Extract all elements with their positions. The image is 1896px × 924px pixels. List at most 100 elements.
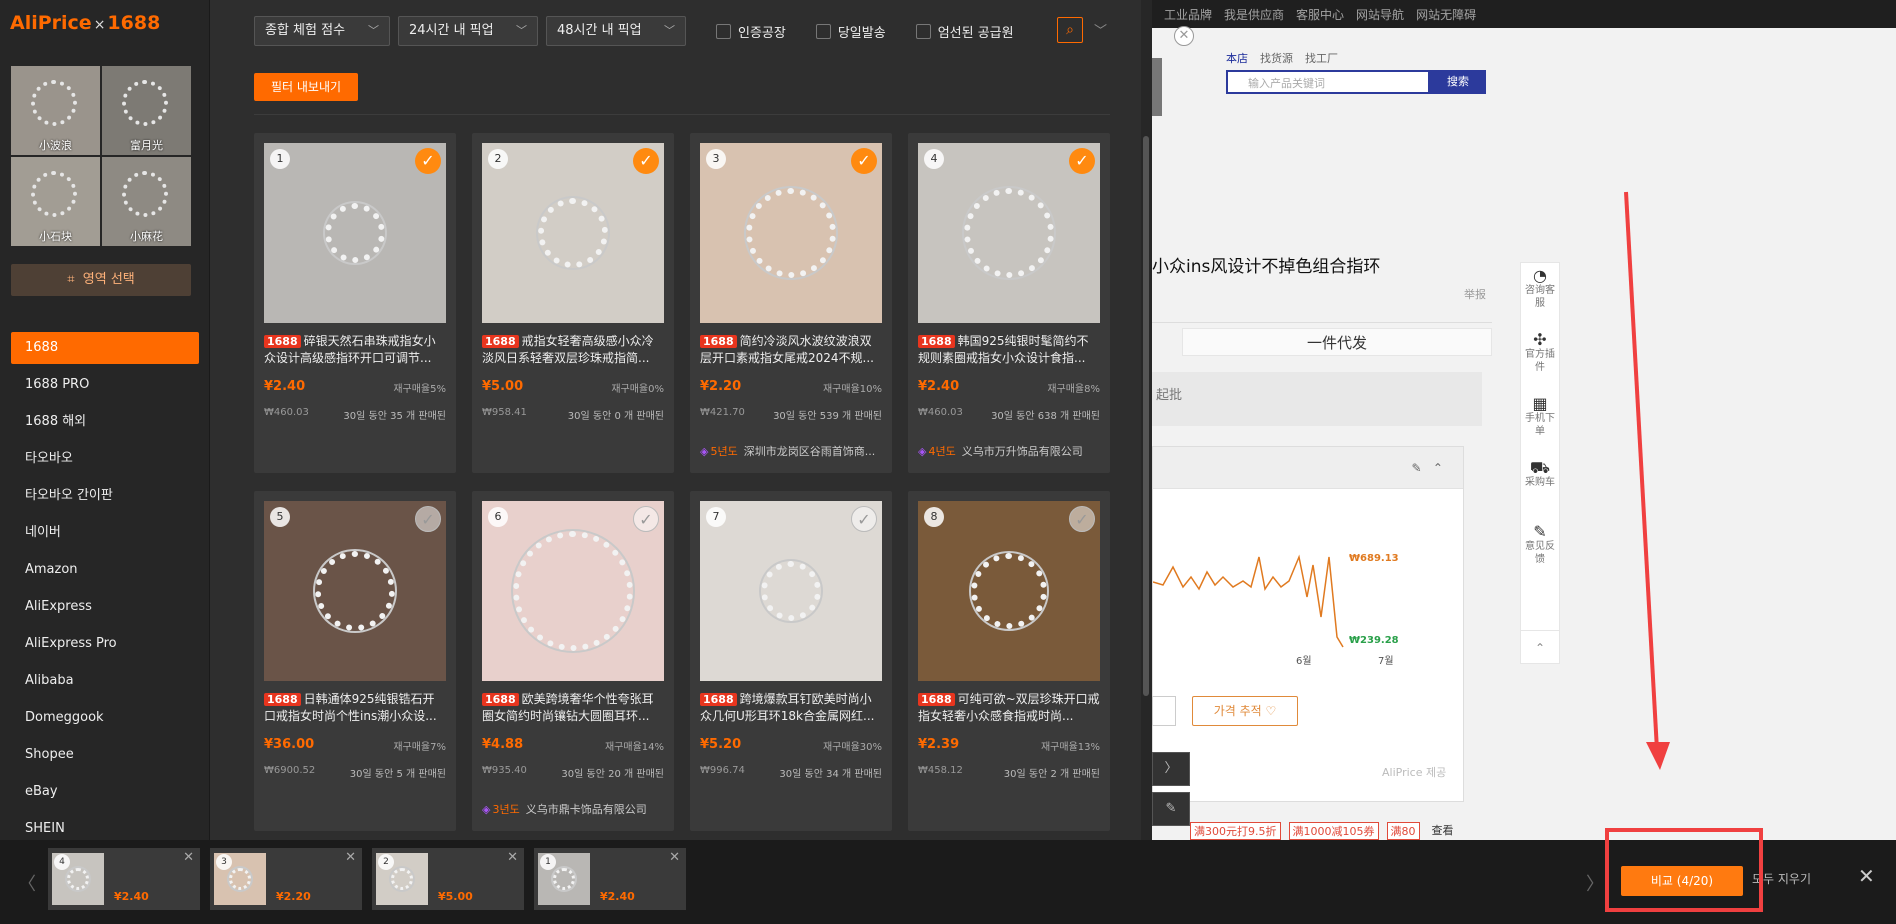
check-icon[interactable]: ✓ <box>415 506 441 532</box>
edit-icon[interactable]: ✎ <box>1152 792 1190 826</box>
bg-search-tab[interactable]: 找货源 <box>1260 50 1293 66</box>
bg-select[interactable] <box>1152 696 1176 726</box>
close-icon[interactable]: ✕ <box>669 850 680 865</box>
sort-dropdown[interactable]: 종합 체험 점수 ﹀ <box>254 16 390 46</box>
source-item-naver[interactable]: 네이버 <box>11 517 199 554</box>
supplier-info[interactable]: ◈ 4년도 义乌市万升饰品有限公司 <box>918 443 1100 459</box>
coupon[interactable]: 满1000减105券 <box>1288 822 1379 840</box>
product-title[interactable]: 1688 欧美跨境奢华个性夸张耳圈女简约时尚镶钻大圆圈耳环... <box>482 691 664 723</box>
product-title[interactable]: 1688 碎银天然石串珠戒指女小众设计高级感指环开口可调节... <box>264 333 446 365</box>
check-icon[interactable]: ✓ <box>851 506 877 532</box>
source-item-aliexpress-pro[interactable]: AliExpress Pro <box>11 628 199 665</box>
close-icon[interactable]: ✕ <box>1174 26 1194 46</box>
source-item-taobao[interactable]: 타오바오 <box>11 443 199 480</box>
coupon[interactable]: 满80 <box>1386 822 1420 840</box>
bg-nav-item[interactable]: 网站导航 <box>1356 6 1404 23</box>
bg-side-item[interactable]: ◔ 咨询客服 <box>1521 263 1559 327</box>
filter-selected-supplier[interactable]: 엄선된 공급원 <box>915 22 1014 41</box>
bg-nav-item[interactable]: 客服中心 <box>1296 6 1344 23</box>
compare-button[interactable]: 비교 (4/20) <box>1621 866 1743 896</box>
compare-item[interactable]: 4 ¥2.40 ✕ <box>48 848 200 910</box>
check-icon[interactable]: ✓ <box>633 506 659 532</box>
product-title[interactable]: 1688 韩国925纯银时髦简约不规则素圈戒指女小众设计食指... <box>918 333 1100 365</box>
chevron-down-icon[interactable]: ﹀ <box>1094 20 1107 39</box>
product-image[interactable]: 5 ✓ <box>264 501 446 681</box>
source-item-1688[interactable]: 1688 <box>11 332 199 364</box>
bg-search-tab[interactable]: 本店 <box>1226 50 1248 66</box>
price-track-button[interactable]: 가격 추적 ♡ <box>1192 696 1298 726</box>
supplier-info[interactable]: ◈ 3년도 义乌市鼎卡饰品有限公司 <box>482 801 664 817</box>
product-card[interactable]: 3 ✓ 1688 简约冷淡风水波纹波浪双层开口素戒指女尾戒2024不规... ¥2.20… <box>690 133 892 473</box>
bg-nav-item[interactable]: 我是供应商 <box>1224 6 1284 23</box>
bg-search-button[interactable]: 搜索 <box>1430 70 1486 94</box>
product-image[interactable]: 8 ✓ <box>918 501 1100 681</box>
export-filter-button[interactable]: 필터 내보내기 <box>254 73 358 101</box>
checkbox[interactable] <box>716 23 731 39</box>
source-item-domeggook[interactable]: Domeggook <box>11 702 199 739</box>
compare-item[interactable]: 3 ¥2.20 ✕ <box>210 848 362 910</box>
close-icon[interactable]: ✕ <box>1858 864 1875 888</box>
product-card[interactable]: 2 ✓ 1688 戒指女轻奢高级感小众冷淡风日系轻奢双层珍珠戒指简... ¥5.00 재구… <box>472 133 674 473</box>
bg-side-item[interactable]: ✎ 意见反馈 <box>1521 519 1559 583</box>
check-icon[interactable]: ✓ <box>1069 506 1095 532</box>
coupon[interactable]: 满300元打9.5折 <box>1190 822 1281 840</box>
bg-tab-dropship[interactable]: 一件代发 <box>1182 328 1492 356</box>
chevron-right-icon[interactable]: 〉 <box>1586 870 1604 896</box>
product-card[interactable]: 8 ✓ 1688 可纯可欲~双层珍珠开口戒指女轻奢小众感食指戒时尚... ¥2.39 재구… <box>908 491 1110 831</box>
compare-item[interactable]: 1 ¥2.40 ✕ <box>534 848 686 910</box>
pickup48-dropdown[interactable]: 48시간 내 픽업 ﹀ <box>546 16 686 46</box>
bg-chart-icons[interactable]: ✎ ⌃ <box>1411 461 1443 475</box>
pickup24-dropdown[interactable]: 24시간 내 픽업 ﹀ <box>398 16 538 46</box>
back-to-top-icon[interactable]: ⌃ <box>1520 630 1560 664</box>
source-item-shopee[interactable]: Shopee <box>11 739 199 776</box>
bg-nav-item[interactable]: 工业品牌 <box>1164 6 1212 23</box>
source-item-1688-pro[interactable]: 1688 PRO <box>11 369 199 406</box>
compare-item[interactable]: 2 ¥5.00 ✕ <box>372 848 524 910</box>
source-item-aliexpress[interactable]: AliExpress <box>11 591 199 628</box>
bg-search-tab[interactable]: 找工厂 <box>1305 50 1338 66</box>
chevron-left-icon[interactable]: 〈 <box>18 870 36 896</box>
check-icon[interactable]: ✓ <box>633 148 659 174</box>
checkbox[interactable] <box>915 23 931 39</box>
filter-same-day-ship[interactable]: 당일발송 <box>815 22 886 41</box>
product-image[interactable]: 1 ✓ <box>264 143 446 323</box>
bg-more-link[interactable]: 查看 <box>1432 822 1454 840</box>
product-card[interactable]: 4 ✓ 1688 韩国925纯银时髦简约不规则素圈戒指女小众设计食指... ¥2.40 재… <box>908 133 1110 473</box>
bg-report-link[interactable]: 举报 <box>1464 286 1486 302</box>
scrollbar-thumb[interactable] <box>1143 136 1149 696</box>
product-title[interactable]: 1688 跨境爆款耳钉欧美时尚小众几何U形耳环18k合金属网红... <box>700 691 882 723</box>
check-icon[interactable]: ✓ <box>415 148 441 174</box>
product-card[interactable]: 6 ✓ 1688 欧美跨境奢华个性夸张耳圈女简约时尚镶钻大圆圈耳环... ¥4.88 재구… <box>472 491 674 831</box>
product-title[interactable]: 1688 日韩通体925纯银锆石开口戒指女时尚个性ins潮小众设... <box>264 691 446 723</box>
search-icon[interactable]: ⌕ <box>1057 17 1083 43</box>
product-title[interactable]: 1688 简约冷淡风水波纹波浪双层开口素戒指女尾戒2024不规... <box>700 333 882 365</box>
checkbox[interactable] <box>815 23 831 39</box>
bg-side-item[interactable]: ▦ 手机下单 <box>1521 391 1559 455</box>
close-icon[interactable]: ✕ <box>183 850 194 865</box>
close-icon[interactable]: ✕ <box>507 850 518 865</box>
check-icon[interactable]: ✓ <box>1069 148 1095 174</box>
bg-nav-item[interactable]: 网站无障碍 <box>1416 6 1476 23</box>
product-image[interactable]: 3 ✓ <box>700 143 882 323</box>
product-image[interactable]: 2 ✓ <box>482 143 664 323</box>
supplier-info[interactable]: ◈ 5년도 深圳市龙岗区谷雨首饰商... <box>700 443 882 459</box>
area-select-button[interactable]: ⌗ 영역 선택 <box>11 264 191 296</box>
product-image[interactable]: 6 ✓ <box>482 501 664 681</box>
bg-side-item[interactable]: ⛟ 采购车 <box>1521 455 1559 519</box>
product-title[interactable]: 1688 可纯可欲~双层珍珠开口戒指女轻奢小众感食指戒时尚... <box>918 691 1100 723</box>
product-image[interactable]: 4 ✓ <box>918 143 1100 323</box>
product-card[interactable]: 7 ✓ 1688 跨境爆款耳钉欧美时尚小众几何U形耳环18k合金属网红... ¥5.20… <box>690 491 892 831</box>
source-item-1688-overseas[interactable]: 1688 해외 <box>11 406 199 443</box>
product-card[interactable]: 5 ✓ 1688 日韩通体925纯银锆石开口戒指女时尚个性ins潮小众设... ¥36.… <box>254 491 456 831</box>
product-title[interactable]: 1688 戒指女轻奢高级感小众冷淡风日系轻奢双层珍珠戒指简... <box>482 333 664 365</box>
source-item-taobao-lite[interactable]: 타오바오 간이판 <box>11 480 199 517</box>
close-icon[interactable]: ✕ <box>345 850 356 865</box>
check-icon[interactable]: ✓ <box>851 148 877 174</box>
bg-search-input[interactable]: 输入产品关键词 <box>1226 70 1430 94</box>
chevron-right-icon[interactable]: 〉 <box>1152 752 1190 786</box>
product-card[interactable]: 1 ✓ 1688 碎银天然石串珠戒指女小众设计高级感指环开口可调节... ¥2.40 재구… <box>254 133 456 473</box>
product-image[interactable]: 7 ✓ <box>700 501 882 681</box>
source-item-ebay[interactable]: eBay <box>11 776 199 813</box>
source-item-alibaba[interactable]: Alibaba <box>11 665 199 702</box>
source-item-amazon[interactable]: Amazon <box>11 554 199 591</box>
